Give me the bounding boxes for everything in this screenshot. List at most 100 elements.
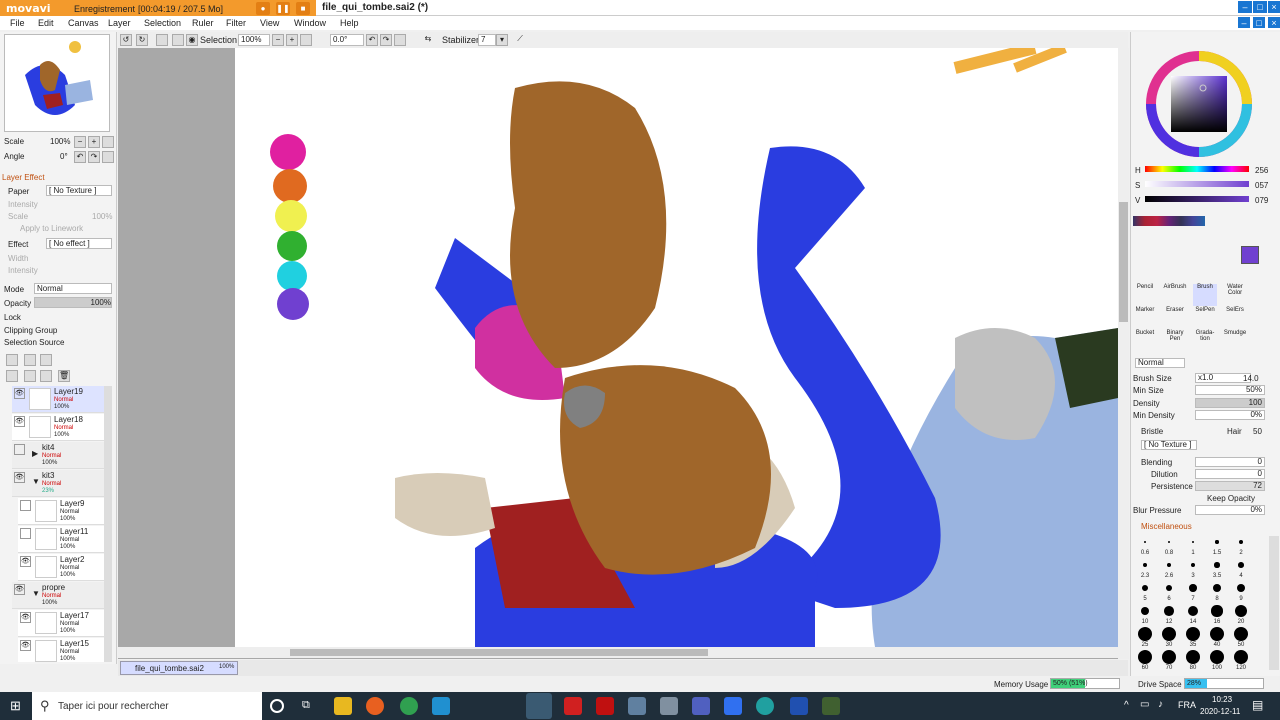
visibility-eye-icon[interactable]: 👁 (20, 556, 31, 567)
menu-edit[interactable]: Edit (38, 18, 54, 28)
blending-slider[interactable]: 0 (1195, 457, 1265, 467)
zoom-app-icon[interactable] (724, 697, 742, 715)
minimize-button[interactable]: – (1238, 1, 1252, 13)
line-tool-icon[interactable]: ⟋ (514, 34, 526, 46)
brush-size-dot[interactable] (1210, 650, 1224, 664)
file-explorer-icon[interactable] (334, 697, 352, 715)
app-icon[interactable] (596, 697, 614, 715)
angle-left-icon[interactable]: ↶ (74, 151, 86, 163)
stop-icon[interactable]: ■ (296, 2, 310, 15)
drawing-canvas[interactable] (235, 48, 1118, 647)
bristle-label[interactable]: Bristle (1141, 427, 1163, 436)
visibility-eye-icon[interactable] (20, 528, 31, 539)
camera-icon[interactable] (660, 697, 678, 715)
folder-collapse-icon[interactable]: ▼ (32, 477, 40, 486)
tool-watercolor[interactable]: Water Color (1223, 284, 1247, 306)
clear-layer-icon[interactable] (40, 370, 52, 382)
visibility-eye-icon[interactable]: 👁 (20, 640, 31, 651)
clock-time[interactable]: 10:23 (1212, 695, 1232, 704)
horizontal-scroll-thumb[interactable] (290, 649, 708, 656)
brush-size-dot[interactable] (1239, 540, 1243, 544)
scale-plus-icon[interactable]: + (88, 136, 100, 148)
tray-chevron-icon[interactable]: ^ (1124, 700, 1129, 711)
task-view-icon[interactable]: ⧉ (302, 699, 316, 713)
brush-size-dot[interactable] (1238, 562, 1244, 568)
eye-icon[interactable]: ◉ (186, 34, 198, 46)
layer-row[interactable]: 👁 Layer17 Normal 100% (18, 610, 104, 637)
angle-field[interactable]: 0.0° (330, 34, 364, 46)
zoom-out-icon[interactable]: − (272, 34, 284, 46)
menu-ruler[interactable]: Ruler (192, 18, 214, 28)
paper-dropdown[interactable]: [ No Texture ] (46, 185, 112, 196)
tool-selers[interactable]: SelErs (1223, 307, 1247, 329)
brush-size-dot[interactable] (1186, 627, 1200, 641)
palette-swatch-5[interactable] (277, 261, 307, 291)
brush-texture-dropdown[interactable]: [ No Texture ] (1141, 440, 1197, 450)
layer-row[interactable]: 👁 Layer2 Normal 100% (18, 554, 104, 581)
visibility-eye-icon[interactable]: 👁 (14, 388, 25, 399)
menu-file[interactable]: File (10, 18, 25, 28)
volume-icon[interactable]: ♪ (1158, 699, 1163, 710)
menu-view[interactable]: View (260, 18, 279, 28)
folder-row[interactable]: 👁 ▼ kit3 Normal 23% (12, 470, 104, 497)
zoom-reset-icon[interactable] (300, 34, 312, 46)
current-color-swatch[interactable] (1241, 246, 1259, 264)
visibility-eye-icon[interactable] (20, 500, 31, 511)
tool-gradation[interactable]: Grada-tion (1193, 330, 1217, 352)
notification-icon[interactable]: ▤ (1252, 698, 1263, 712)
tool-bucket[interactable]: Bucket (1133, 330, 1157, 352)
word-icon[interactable] (790, 697, 808, 715)
apply-linework-checkbox[interactable]: Apply to Linework (20, 224, 83, 233)
menu-help[interactable]: Help (340, 18, 359, 28)
layer-effect-header[interactable]: Layer Effect (2, 173, 45, 182)
brush-size-dot[interactable] (1234, 650, 1248, 664)
brush-size-dot[interactable] (1213, 584, 1221, 592)
record-icon[interactable]: ● (256, 2, 270, 15)
canvas-vertical-scrollbar[interactable] (1118, 48, 1129, 659)
brush-size-dot[interactable] (1234, 604, 1248, 618)
close-button[interactable]: × (1268, 1, 1280, 13)
scale-minus-icon[interactable]: − (74, 136, 86, 148)
stabilizer-field[interactable]: 7 (478, 34, 496, 46)
firefox-icon[interactable] (366, 697, 384, 715)
visibility-eye-icon[interactable] (14, 444, 25, 455)
tool-marker[interactable]: Marker (1133, 307, 1157, 329)
layer-row[interactable]: 👁 Layer15 Normal 100% (18, 638, 104, 662)
tool-brush[interactable]: Brush (1193, 284, 1217, 306)
blend-mode-dropdown[interactable]: Normal (34, 283, 112, 294)
palette-swatch-6[interactable] (277, 288, 309, 320)
brush-size-dot[interactable] (1138, 650, 1152, 664)
doc-close-button[interactable]: × (1268, 17, 1280, 28)
min-density-slider[interactable]: 0% (1195, 410, 1265, 420)
doc-minimize-button[interactable]: – (1238, 17, 1250, 28)
brush-size-dot[interactable] (1140, 606, 1150, 616)
miscellaneous-header[interactable]: Miscellaneous (1141, 522, 1192, 531)
keep-opacity-checkbox[interactable]: Keep Opacity (1207, 494, 1255, 503)
brush-size-dot[interactable] (1190, 562, 1196, 568)
opacity-slider[interactable]: 100% (34, 297, 112, 308)
brush-size-dot[interactable] (1210, 627, 1224, 641)
brush-size-dot[interactable] (1167, 540, 1171, 544)
menu-window[interactable]: Window (294, 18, 326, 28)
menu-filter[interactable]: Filter (226, 18, 246, 28)
tool-airbrush[interactable]: AirBrush (1163, 284, 1187, 306)
brush-size-dot[interactable] (1215, 540, 1219, 544)
layer-row[interactable]: 👁 Layer18 Normal 100% (12, 414, 104, 441)
paint-tool-sai-active-icon[interactable] (526, 693, 552, 719)
folder-row[interactable]: 👁 ▼ propre Normal 100% (12, 582, 104, 609)
rotate-right-icon[interactable]: ↷ (380, 34, 392, 46)
brush-size-dot[interactable] (1189, 584, 1197, 592)
visibility-eye-icon[interactable]: 👁 (14, 584, 25, 595)
taskbar-search-box[interactable]: ⚲ Taper ici pour rechercher (32, 692, 262, 720)
menu-selection[interactable]: Selection (144, 18, 181, 28)
pause-icon[interactable]: ❚❚ (276, 2, 290, 15)
pdf-reader-icon[interactable] (564, 697, 582, 715)
folder-row[interactable]: ▶ kit4 Normal 100% (12, 442, 104, 469)
new-folder-icon[interactable] (40, 354, 52, 366)
undo-icon[interactable]: ↺ (120, 34, 132, 46)
menu-layer[interactable]: Layer (108, 18, 131, 28)
brush-size-dot[interactable] (1211, 605, 1223, 617)
maximize-button[interactable]: □ (1253, 1, 1267, 13)
redo-icon[interactable]: ↻ (136, 34, 148, 46)
windows-start-icon[interactable]: ⊞ (10, 699, 24, 713)
